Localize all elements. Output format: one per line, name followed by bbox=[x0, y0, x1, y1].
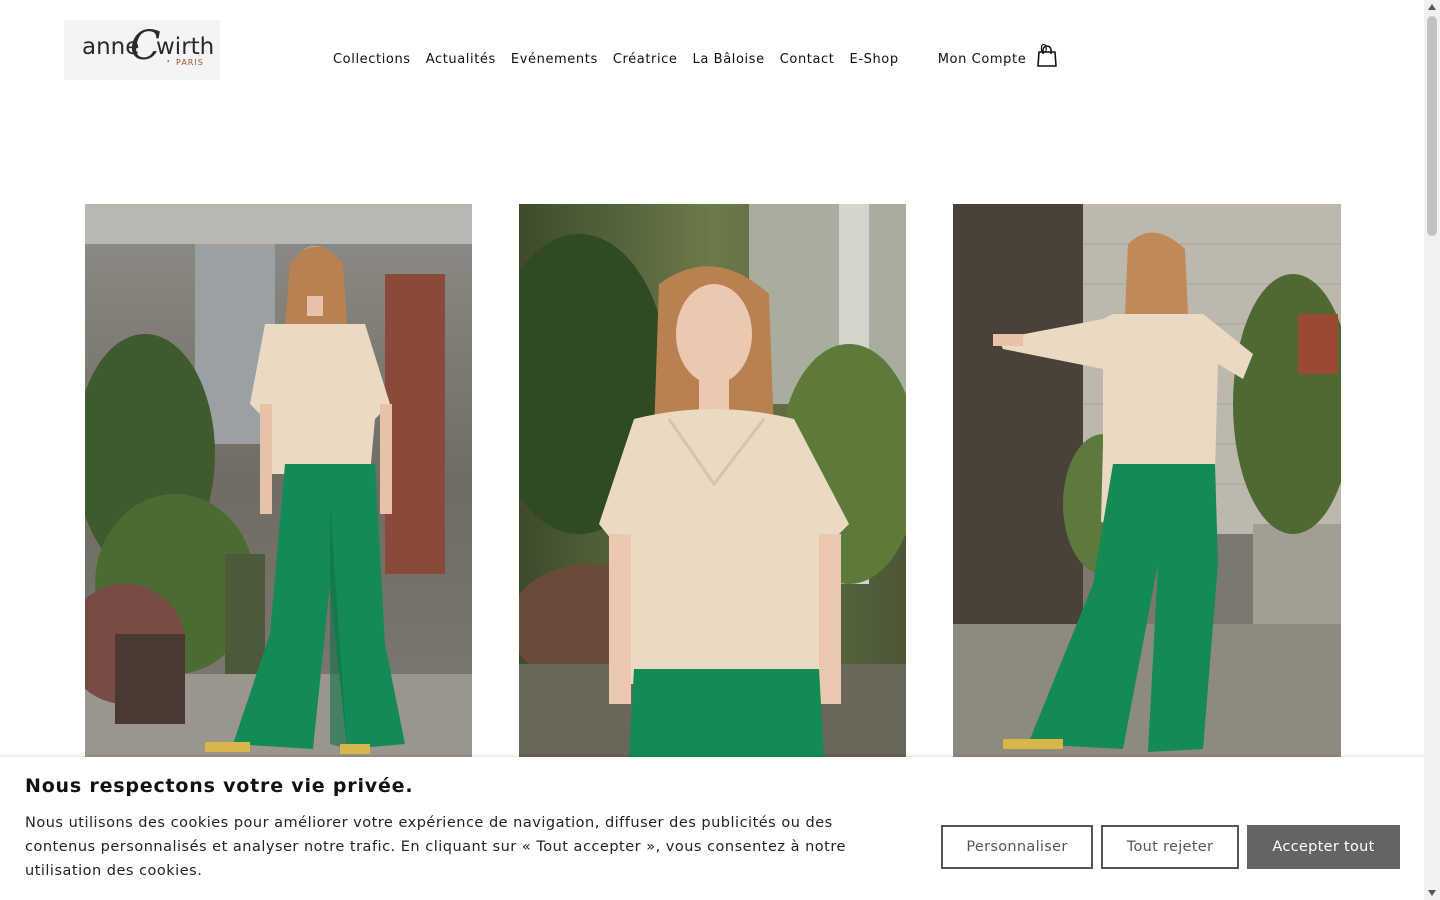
reject-all-button[interactable]: Tout rejeter bbox=[1101, 825, 1239, 869]
logo-word-wirth: wirth bbox=[156, 34, 215, 60]
cookie-description: Nous utilisons des cookies pour améliore… bbox=[25, 815, 846, 879]
photo-model-front-full bbox=[85, 204, 472, 757]
product-photo-1[interactable] bbox=[85, 204, 472, 757]
logo-city: PARIS bbox=[176, 58, 204, 67]
nav-item-creatrice[interactable]: Créatrice bbox=[613, 52, 678, 67]
product-photo-3[interactable] bbox=[953, 204, 1341, 757]
scroll-up-arrow-icon[interactable] bbox=[1428, 4, 1436, 10]
nav-item-contact[interactable]: Contact bbox=[780, 52, 835, 67]
brand-logo[interactable]: anne C wirth . PARIS bbox=[64, 20, 220, 80]
nav-item-account[interactable]: Mon Compte bbox=[938, 52, 1027, 67]
scroll-down-arrow-icon[interactable] bbox=[1428, 890, 1436, 896]
accept-all-button[interactable]: Accepter tout bbox=[1247, 825, 1400, 869]
nav-item-evenements[interactable]: Evénements bbox=[511, 52, 598, 67]
nav-item-eshop[interactable]: E-Shop bbox=[850, 52, 899, 67]
nav-item-collections[interactable]: Collections bbox=[333, 52, 411, 67]
cart-count-badge[interactable]: 0 bbox=[1040, 42, 1048, 56]
nav-item-la-baloise[interactable]: La Bâloise bbox=[693, 52, 765, 67]
page-scrollbar[interactable] bbox=[1424, 0, 1440, 900]
product-photo-2[interactable] bbox=[519, 204, 906, 757]
main-nav: Collections Actualités Evénements Créatr… bbox=[333, 45, 1058, 68]
photo-model-back bbox=[953, 204, 1341, 757]
scroll-thumb[interactable] bbox=[1427, 16, 1437, 236]
nav-item-actualites[interactable]: Actualités bbox=[426, 52, 496, 67]
cookie-consent-banner: Nous respectons votre vie privée. Nous u… bbox=[0, 757, 1424, 900]
logo-dot: . bbox=[166, 50, 171, 66]
customize-cookies-button[interactable]: Personnaliser bbox=[941, 825, 1093, 869]
site-header: anne C wirth . PARIS Collections Actuali… bbox=[0, 0, 1424, 110]
photo-model-front-half bbox=[519, 204, 906, 757]
cookie-title: Nous respectons votre vie privée. bbox=[25, 775, 414, 797]
